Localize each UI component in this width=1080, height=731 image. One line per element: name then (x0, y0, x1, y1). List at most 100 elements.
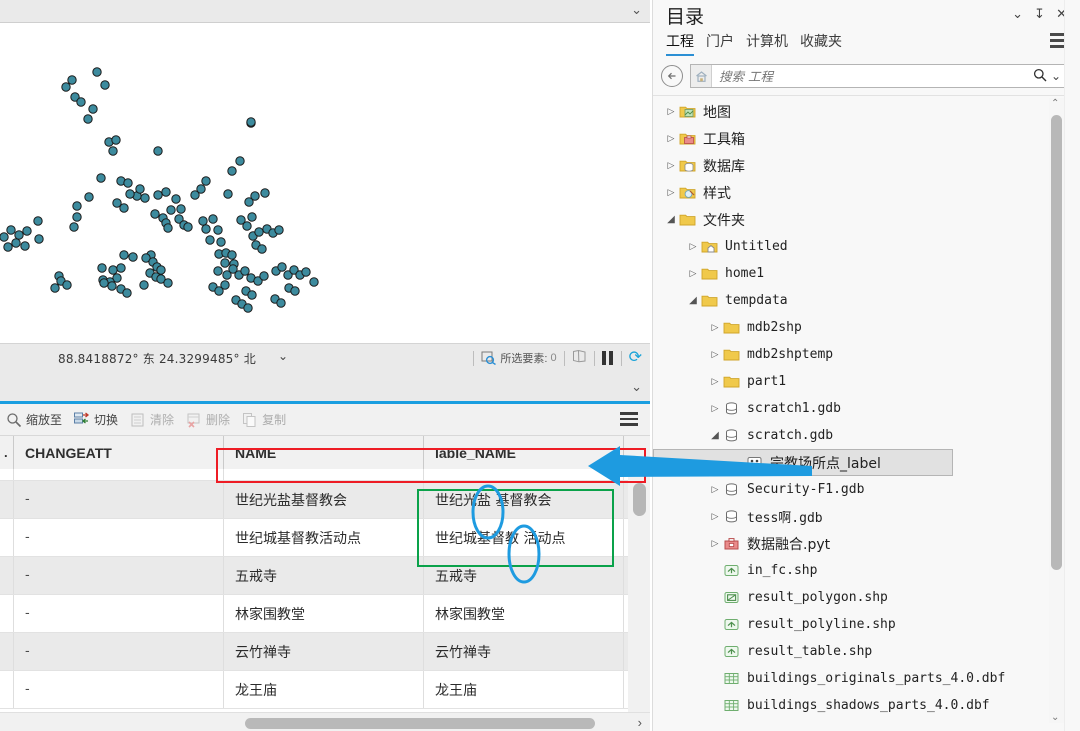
table-cell-rowmarker[interactable] (0, 633, 14, 670)
copy-button[interactable]: 复制 (236, 408, 292, 432)
catalog-tree-item[interactable]: mdb2shp (653, 314, 1057, 341)
table-horizontal-scrollbar[interactable]: › (0, 712, 650, 731)
table-cell-rowmarker[interactable] (0, 671, 14, 708)
table-cell-rowmarker[interactable] (0, 481, 14, 518)
table-vertical-scrollbar[interactable]: ⌄ (628, 469, 650, 731)
tree-twisty-icon[interactable] (663, 161, 679, 171)
table-cell-lable-name[interactable]: 龙王庙 (424, 671, 624, 708)
table-cell-name[interactable]: 林家围教堂 (224, 595, 424, 632)
map-extent-icon[interactable] (572, 349, 587, 368)
table-row[interactable]: -林家围教堂林家围教堂 (0, 595, 650, 633)
table-hscroll-thumb[interactable] (245, 718, 595, 729)
table-cell-rowmarker[interactable] (0, 595, 14, 632)
catalog-tree-item[interactable]: 文件夹 (653, 206, 1057, 233)
tree-twisty-icon[interactable] (685, 295, 701, 306)
column-header-lable-name[interactable]: lable_NAME (424, 436, 624, 469)
table-row[interactable]: -五戒寺五戒寺 (0, 557, 650, 595)
tree-twisty-icon[interactable] (663, 134, 679, 144)
table-cell-name[interactable]: 世纪光盐基督教会 (224, 481, 424, 518)
map-top-chevron-icon[interactable]: ⌄ (631, 3, 642, 17)
table-row[interactable]: -云竹禅寺云竹禅寺 (0, 633, 650, 671)
zoom-to-button[interactable]: 缩放至 (0, 408, 68, 432)
search-input[interactable] (712, 68, 1033, 85)
catalog-tree-item[interactable]: in_fc.shp (653, 557, 1057, 584)
table-cell-rowmarker[interactable] (0, 519, 14, 556)
tree-twisty-icon[interactable] (707, 512, 723, 522)
catalog-tree-item[interactable]: 数据库 (653, 152, 1057, 179)
table-row-partial[interactable] (0, 469, 650, 481)
catalog-tree-item[interactable]: scratch1.gdb (653, 395, 1057, 422)
panel-collapse-chevron-icon[interactable]: ⌄ (631, 379, 642, 395)
search-icon[interactable] (1033, 68, 1047, 85)
catalog-scroll-down-icon[interactable]: ⌄ (1051, 712, 1059, 723)
table-cell-name[interactable]: 云竹禅寺 (224, 633, 424, 670)
catalog-tree-item[interactable]: 数据融合.pyt (653, 530, 1057, 557)
select-features-icon[interactable] (481, 351, 497, 365)
catalog-tree-item[interactable]: 工具箱 (653, 125, 1057, 152)
catalog-tree-item[interactable]: tempdata (653, 287, 1057, 314)
table-cell-changeatt[interactable]: - (14, 633, 224, 670)
table-cell[interactable] (0, 469, 14, 480)
table-cell-changeatt[interactable]: - (14, 481, 224, 518)
catalog-tab-2[interactable]: 计算机 (746, 31, 788, 56)
back-button[interactable] (661, 65, 683, 87)
catalog-tree-item[interactable]: part1 (653, 368, 1057, 395)
table-cell-lable-name[interactable]: 林家围教堂 (424, 595, 624, 632)
catalog-tree-item[interactable]: 地图 (653, 98, 1057, 125)
tree-twisty-icon[interactable] (707, 323, 723, 333)
table-cell[interactable] (224, 469, 424, 480)
delete-button[interactable]: 删除 (180, 408, 236, 432)
tree-twisty-icon[interactable] (685, 242, 701, 252)
catalog-tree-item[interactable]: home1 (653, 260, 1057, 287)
tree-twisty-icon[interactable] (663, 107, 679, 117)
table-scroll-right-icon[interactable]: › (638, 715, 642, 730)
table-cell-name[interactable]: 龙王庙 (224, 671, 424, 708)
catalog-tree-item[interactable]: scratch.gdb (653, 422, 1057, 449)
table-cell[interactable] (14, 469, 224, 480)
tree-twisty-icon[interactable] (707, 430, 723, 441)
pause-drawing-icon[interactable] (602, 351, 614, 365)
table-cell-lable-name[interactable]: 云竹禅寺 (424, 633, 624, 670)
table-row[interactable]: -世纪光盐基督教会世纪光盐 基督教会 (0, 481, 650, 519)
tree-twisty-icon[interactable] (707, 485, 723, 495)
column-header-changeatt[interactable]: CHANGEATT (14, 436, 224, 469)
catalog-tab-0[interactable]: 工程 (666, 31, 694, 56)
table-cell-changeatt[interactable]: - (14, 519, 224, 556)
tree-twisty-icon[interactable] (685, 269, 701, 279)
catalog-tree-item[interactable]: buildings_originals_parts_4.0.dbf (653, 665, 1057, 692)
catalog-vertical-scrollbar[interactable]: ⌃ ⌄ (1049, 98, 1064, 723)
table-cell-lable-name[interactable]: 世纪光盐 基督教会 (424, 481, 624, 518)
catalog-tree-item[interactable]: result_polygon.shp (653, 584, 1057, 611)
column-header-0[interactable]: . (0, 436, 14, 469)
catalog-tree-item[interactable]: result_polyline.shp (653, 611, 1057, 638)
tree-twisty-icon[interactable] (663, 214, 679, 225)
catalog-tab-1[interactable]: 门户 (706, 31, 734, 56)
tree-twisty-icon[interactable] (707, 350, 723, 360)
tree-twisty-icon[interactable] (707, 404, 723, 414)
map-canvas[interactable] (0, 23, 650, 343)
catalog-tree-item[interactable]: mdb2shptemp (653, 341, 1057, 368)
catalog-tree-item[interactable]: buildings_shadows_parts_4.0.dbf (653, 692, 1057, 719)
table-cell[interactable] (424, 469, 624, 480)
coordinate-units-chevron-icon[interactable]: ⌄ (278, 349, 288, 363)
table-cell-name[interactable]: 世纪城基督教活动点 (224, 519, 424, 556)
catalog-tree-item[interactable]: Security-F1.gdb (653, 476, 1057, 503)
catalog-tree-item[interactable]: 样式 (653, 179, 1057, 206)
catalog-vscroll-thumb[interactable] (1051, 115, 1062, 570)
catalog-tree-item[interactable]: result_table.shp (653, 638, 1057, 665)
catalog-tree-item[interactable]: tess啊.gdb (653, 503, 1057, 530)
tree-twisty-icon[interactable] (707, 377, 723, 387)
catalog-scroll-up-icon[interactable]: ⌃ (1051, 98, 1059, 109)
switch-button[interactable]: 切换 (68, 408, 124, 432)
catalog-tab-3[interactable]: 收藏夹 (800, 31, 842, 56)
table-cell-name[interactable]: 五戒寺 (224, 557, 424, 594)
catalog-pin-icon[interactable]: ↧ (1034, 6, 1045, 22)
table-cell-rowmarker[interactable] (0, 557, 14, 594)
catalog-tree-item-selected[interactable]: 宗教场所点_label (653, 449, 953, 476)
clear-button[interactable]: 清除 (124, 408, 180, 432)
tree-twisty-icon[interactable] (707, 539, 723, 549)
search-box[interactable]: ⌄ (690, 64, 1068, 88)
table-vscroll-thumb[interactable] (633, 483, 646, 516)
table-cell-changeatt[interactable]: - (14, 557, 224, 594)
catalog-dropdown-icon[interactable]: ⌄ (1012, 6, 1023, 22)
